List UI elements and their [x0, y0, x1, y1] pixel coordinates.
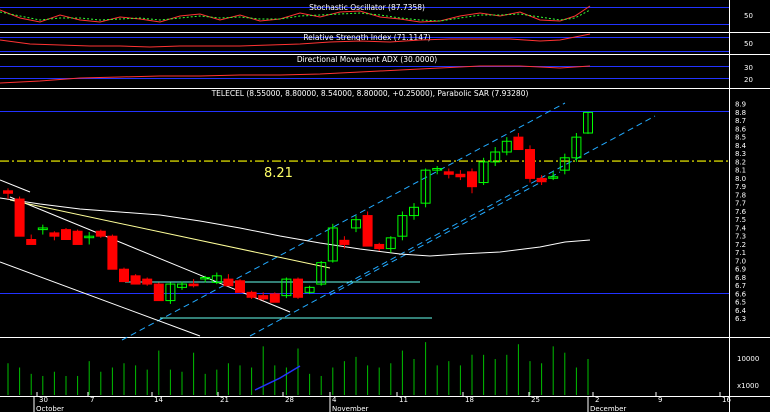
adx-tick-30: 30 — [744, 64, 753, 72]
price-tick-label: 6.4 — [735, 307, 747, 315]
price-tick-label: 7.8 — [735, 191, 746, 199]
candle-body — [339, 239, 350, 245]
price-tick-label: 8.2 — [735, 158, 746, 166]
adx-panel: Directional Movement ADX (30.0000) 30 20 — [0, 55, 753, 84]
moving-average-line — [0, 197, 591, 257]
price-tick-label: 6.5 — [735, 299, 746, 307]
candle-body — [188, 283, 199, 287]
price-title: TELECEL (8.55000, 8.80000, 8.54000, 8.80… — [211, 89, 529, 98]
candle-body — [293, 278, 303, 298]
x-month-label: November — [332, 405, 369, 412]
price-panel: TELECEL (8.55000, 8.80000, 8.54000, 8.80… — [0, 89, 747, 341]
price-tick-label: 8.6 — [735, 125, 747, 133]
adx-line — [0, 65, 591, 84]
price-tick-label: 8.8 — [735, 109, 746, 117]
price-tick-label: 6.8 — [735, 274, 746, 282]
x-day-label: 28 — [285, 396, 294, 404]
candle-body — [3, 190, 13, 194]
candle-body — [107, 235, 118, 270]
candle-body — [95, 230, 106, 237]
x-day-label: 30 — [39, 396, 48, 404]
x-day-label: 4 — [332, 396, 337, 404]
price-tick-label: 7.0 — [735, 257, 746, 265]
price-tick-label: 8.3 — [735, 150, 746, 158]
candle-body — [536, 177, 547, 183]
candle-body — [467, 171, 477, 188]
stochastic-tick-50: 50 — [744, 12, 753, 20]
stock-chart: Stochastic Oscillator (87.7358) 50 Relat… — [0, 0, 770, 412]
candle-body — [130, 275, 141, 285]
candle-body — [26, 239, 37, 245]
candle-body — [153, 283, 164, 302]
candle-body — [235, 280, 245, 293]
rsi-line — [0, 33, 591, 48]
x-day-label: 16 — [722, 396, 731, 404]
adx-tick-20: 20 — [744, 76, 753, 84]
price-tick-label: 7.9 — [735, 183, 746, 191]
candle-body — [374, 243, 385, 250]
candle-body — [119, 268, 129, 283]
candles — [3, 111, 593, 304]
candle-body — [223, 278, 234, 287]
rsi-panel: Relative Strength Index (71.1147) 50 — [0, 33, 753, 52]
price-tick-label: 8.0 — [735, 175, 746, 183]
stochastic-panel: Stochastic Oscillator (87.7358) 50 — [0, 3, 753, 25]
volume-trend-line — [254, 365, 301, 391]
volume-bars — [7, 342, 589, 395]
stochastic-title: Stochastic Oscillator (87.7358) — [309, 3, 425, 12]
candle-body — [72, 230, 83, 245]
x-day-label: 11 — [399, 396, 408, 404]
volume-panel: 10000 x1000 — [7, 342, 759, 395]
x-day-label: 2 — [595, 396, 599, 404]
price-axis: 8.98.88.78.68.58.48.38.28.18.07.97.87.77… — [735, 101, 747, 324]
price-tick-label: 8.9 — [735, 101, 746, 109]
candle-body — [525, 149, 535, 179]
candle-body — [513, 136, 524, 151]
x-day-label: 7 — [90, 396, 94, 404]
price-tick-label: 6.7 — [735, 282, 746, 290]
x-day-label: 21 — [220, 396, 229, 404]
candle-body — [61, 229, 71, 241]
price-tick-label: 8.1 — [735, 167, 746, 175]
price-tick-label: 6.6 — [735, 290, 747, 298]
x-day-label: 9 — [658, 396, 662, 404]
level-label: 8.21 — [264, 166, 293, 181]
candle-body — [142, 278, 153, 285]
rsi-tick-50: 50 — [744, 40, 753, 48]
candle-body — [258, 295, 269, 300]
adx-title: Directional Movement ADX (30.0000) — [297, 55, 437, 64]
candle-body — [455, 173, 466, 178]
x-month-label: October — [36, 405, 64, 412]
candle-body — [14, 198, 25, 237]
candle-body — [49, 232, 60, 237]
candle-body — [362, 215, 373, 247]
price-tick-label: 7.6 — [735, 208, 747, 216]
price-tick-label: 7.2 — [735, 241, 746, 249]
price-tick-label: 6.3 — [735, 315, 746, 323]
volume-unit-label: x1000 — [737, 382, 759, 390]
price-tick-label: 7.4 — [735, 224, 747, 232]
candle-body — [269, 293, 280, 303]
price-tick-label: 8.4 — [735, 142, 747, 150]
price-tick-label: 7.5 — [735, 216, 746, 224]
x-day-label: 18 — [465, 396, 474, 404]
x-month-label: December — [590, 405, 626, 412]
x-axis: 30 7 14 21 28 4 11 18 25 2 9 16 October November Decem… — [33, 392, 731, 412]
downtrend-lines — [0, 179, 291, 337]
price-tick-label: 8.5 — [735, 134, 746, 142]
volume-tick-10000: 10000 — [737, 355, 759, 363]
price-tick-label: 7.3 — [735, 233, 746, 241]
price-tick-label: 6.9 — [735, 266, 746, 274]
price-tick-label: 8.7 — [735, 117, 746, 125]
candle-body — [443, 171, 454, 175]
stochastic-k-line — [0, 5, 591, 23]
candle-body — [246, 291, 257, 298]
price-tick-label: 7.1 — [735, 249, 746, 257]
price-tick-label: 7.7 — [735, 200, 746, 208]
x-day-label: 25 — [531, 396, 540, 404]
x-day-label: 14 — [154, 396, 163, 404]
